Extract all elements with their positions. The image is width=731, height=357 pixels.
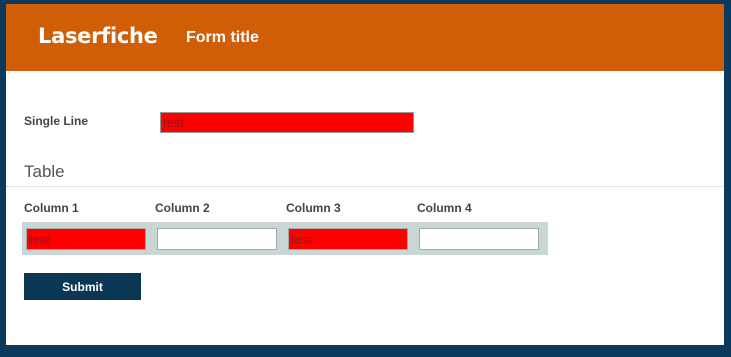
table-row <box>22 222 548 255</box>
column-header-2: Column 2 <box>155 201 210 215</box>
table-cell-column-1[interactable] <box>26 228 146 250</box>
table-cell-column-2[interactable] <box>157 228 277 250</box>
column-header-3: Column 3 <box>286 201 341 215</box>
column-header-1: Column 1 <box>24 201 79 215</box>
section-divider <box>6 186 724 187</box>
single-line-input[interactable] <box>160 112 414 133</box>
laserfiche-logo: Laserfiche <box>38 24 158 48</box>
submit-button[interactable]: Submit <box>24 273 141 300</box>
column-header-4: Column 4 <box>417 201 472 215</box>
table-cell-column-4[interactable] <box>419 228 539 250</box>
single-line-label: Single Line <box>24 114 89 128</box>
table-heading: Table <box>24 162 65 181</box>
form-frame: Laserfiche Form title Single Line Table … <box>6 4 724 345</box>
header-bar: Laserfiche Form title <box>6 4 724 71</box>
form-title: Form title <box>186 29 259 46</box>
table-cell-column-3[interactable] <box>288 228 408 250</box>
